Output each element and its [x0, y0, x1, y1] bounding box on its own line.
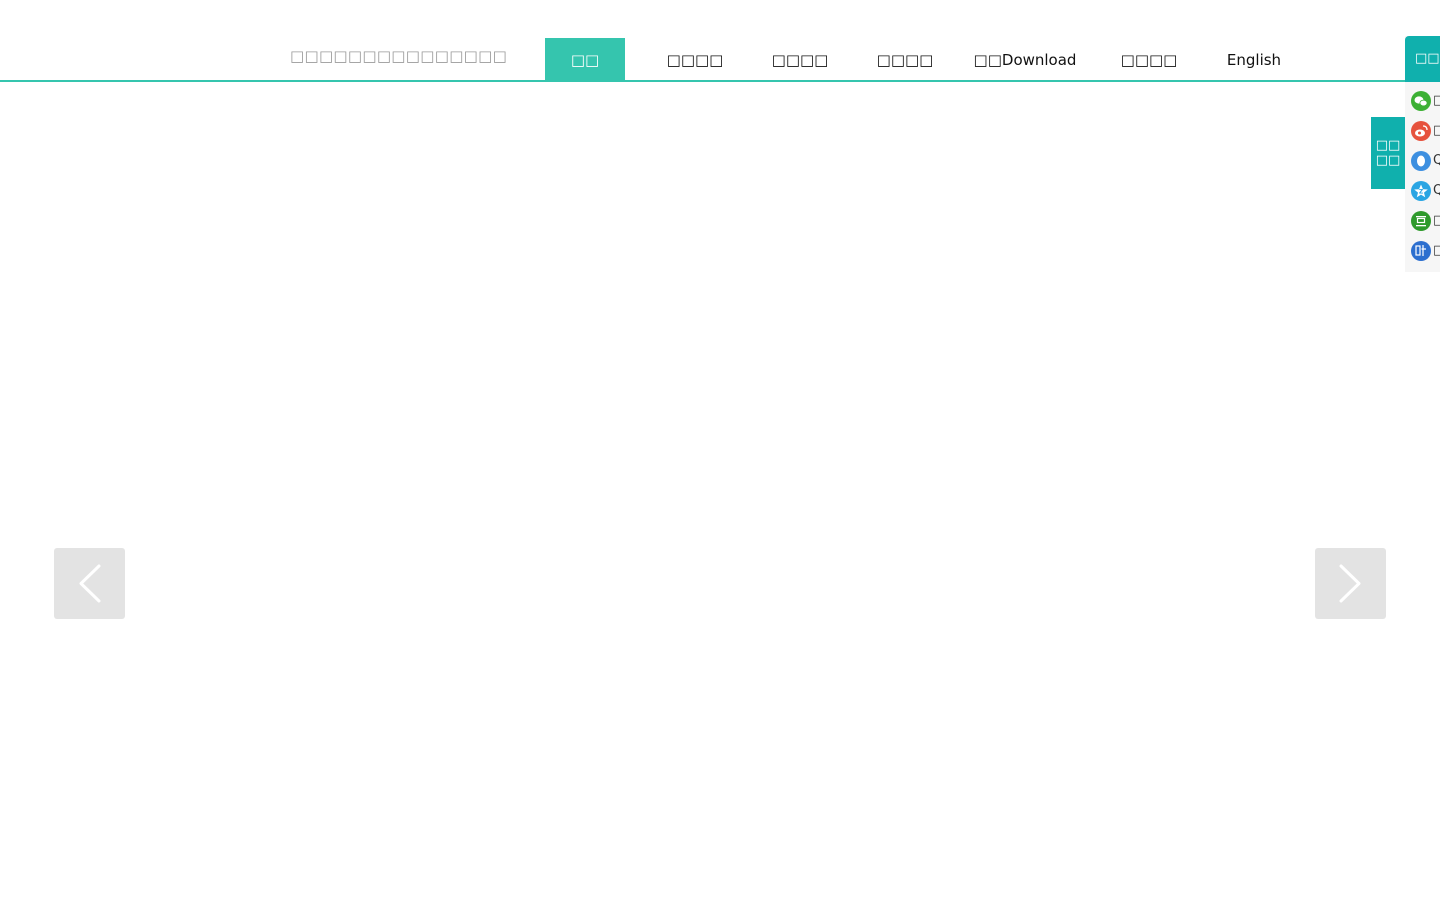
- chevron-right-icon: [1339, 564, 1361, 603]
- share-qq[interactable]: Q: [1411, 151, 1440, 173]
- douban-icon: [1411, 211, 1431, 231]
- share-panel: □□□ □ □ Q Z Q □ □: [1405, 36, 1440, 272]
- tieba-icon: [1411, 241, 1431, 261]
- nav-item-2[interactable]: □□□□: [655, 38, 735, 80]
- share-panel-title: □□□: [1405, 36, 1440, 82]
- weibo-icon: [1411, 121, 1431, 141]
- nav-item-6[interactable]: □□□□: [1109, 38, 1189, 80]
- nav-item-4[interactable]: □□□□: [865, 38, 945, 80]
- share-qzone[interactable]: Z Q: [1411, 181, 1440, 203]
- wechat-icon: [1411, 91, 1431, 111]
- qq-icon: [1411, 151, 1431, 171]
- share-wechat[interactable]: □: [1411, 91, 1440, 113]
- slider-prev-button[interactable]: [54, 548, 125, 619]
- qzone-icon: Z: [1411, 181, 1431, 201]
- header-divider: [0, 80, 1440, 82]
- share-tab-line2: □□: [1375, 153, 1401, 168]
- site-header: □□□□□□□□□□□□□□□ □□ □□□□ □□□□ □□□□ □□Down…: [0, 0, 1440, 83]
- slider-next-button[interactable]: [1315, 548, 1386, 619]
- site-tagline: □□□□□□□□□□□□□□□: [290, 47, 508, 65]
- nav-item-english[interactable]: English: [1214, 38, 1294, 80]
- svg-text:Z: Z: [1419, 189, 1424, 196]
- share-tieba[interactable]: □: [1411, 241, 1440, 263]
- nav-item-3[interactable]: □□□□: [760, 38, 840, 80]
- nav-item-download[interactable]: □□Download: [970, 38, 1080, 80]
- nav-item-home[interactable]: □□: [545, 38, 625, 80]
- share-tab-line1: □□: [1375, 138, 1401, 153]
- share-weibo[interactable]: □: [1411, 121, 1440, 143]
- share-toggle-tab[interactable]: □□ □□: [1371, 117, 1405, 189]
- share-douban[interactable]: □: [1411, 211, 1440, 233]
- chevron-left-icon: [79, 564, 101, 603]
